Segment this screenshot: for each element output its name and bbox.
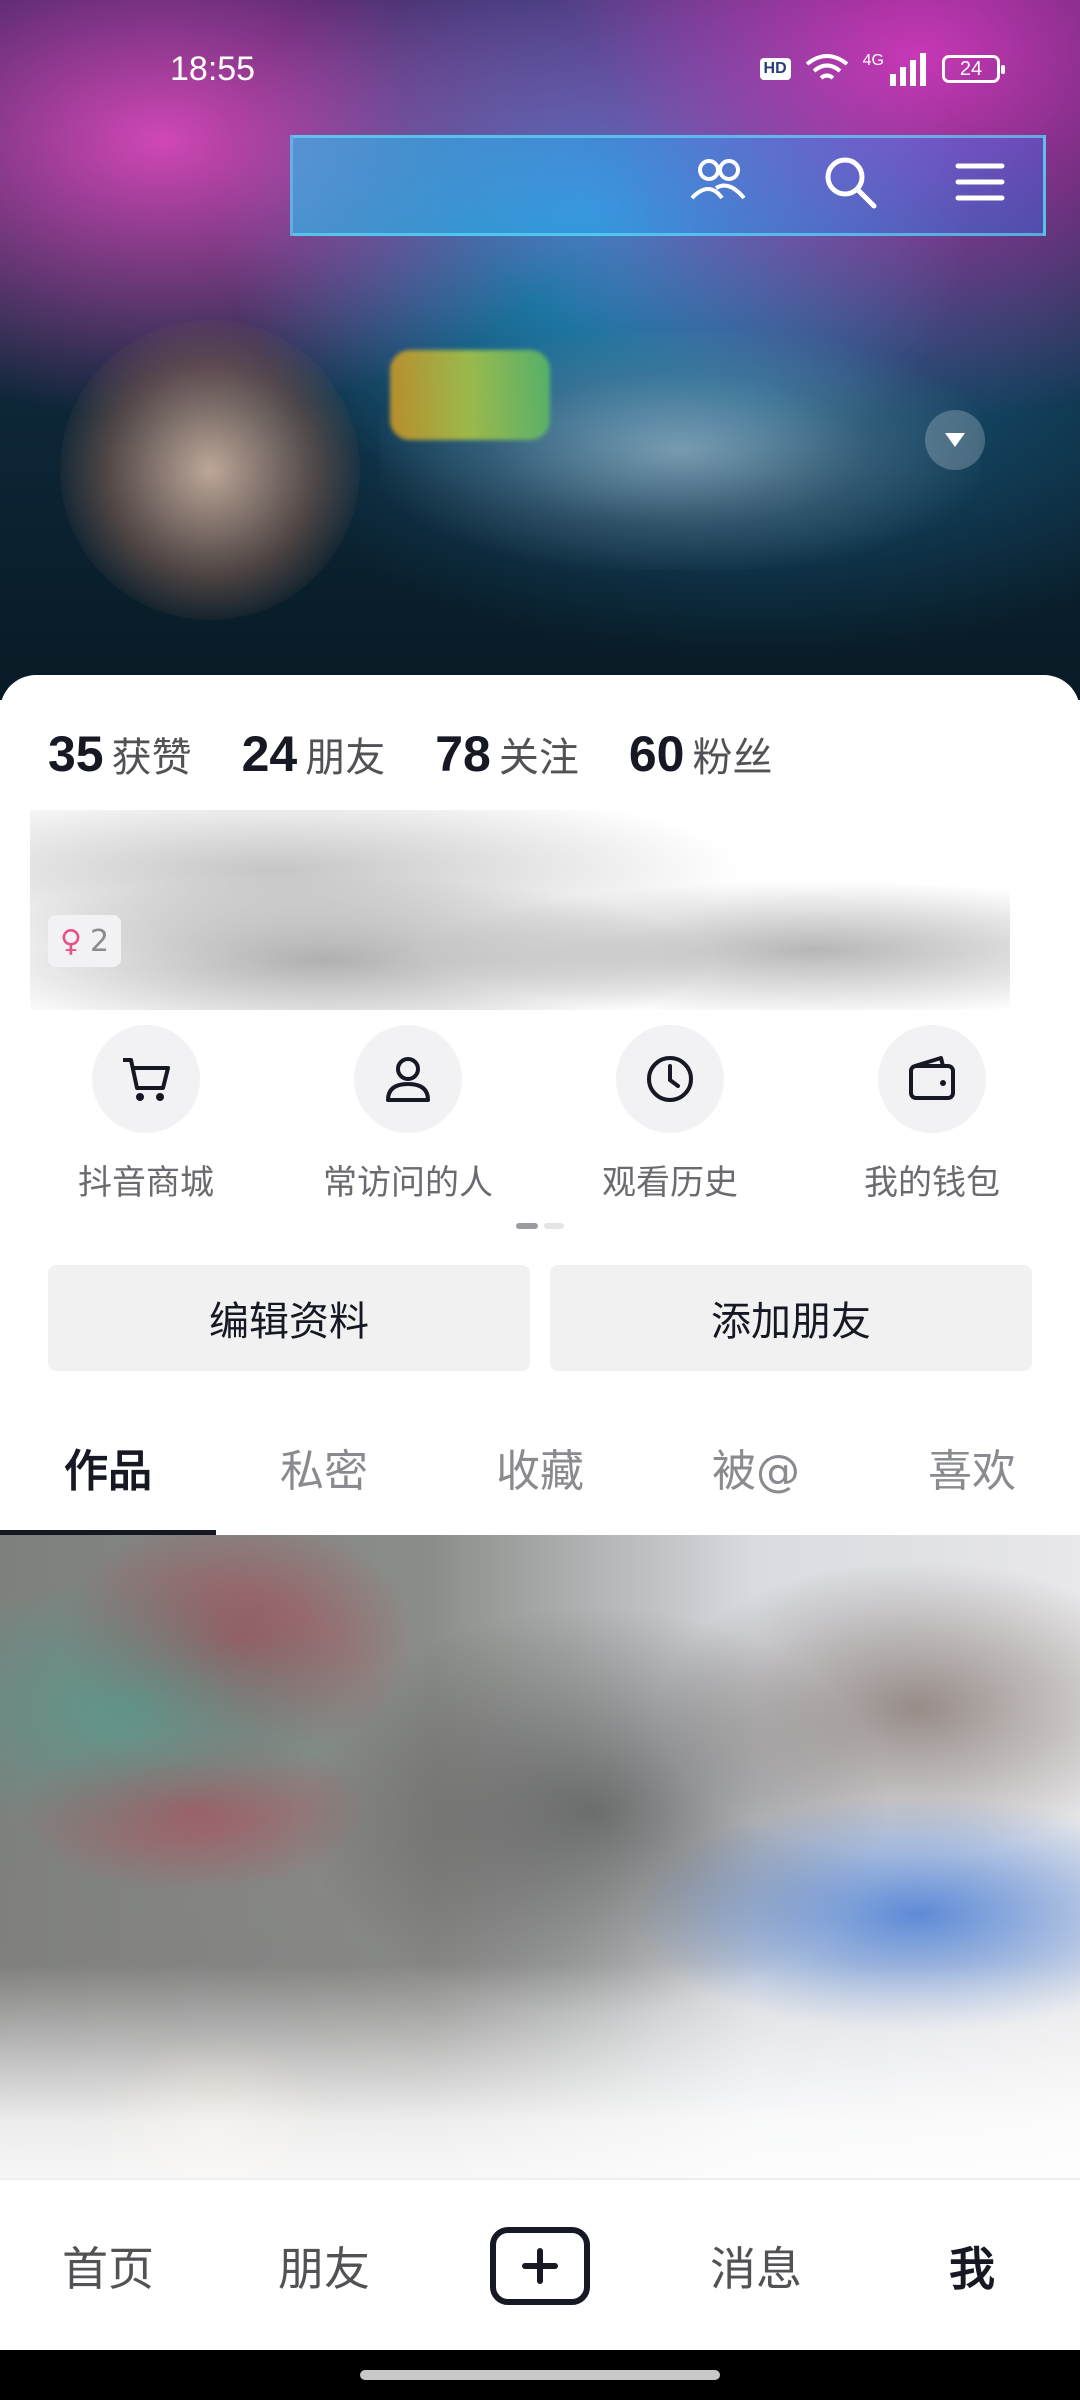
- quick-actions-page-indicator: [516, 1223, 564, 1229]
- wallet-icon: [909, 1056, 955, 1100]
- stat-label: 粉丝: [692, 735, 773, 781]
- battery-level: 24: [959, 57, 983, 80]
- home-indicator[interactable]: [360, 2370, 720, 2380]
- gender-age-tag: ♀ 2: [48, 915, 122, 967]
- person-icon: [386, 1057, 430, 1102]
- nav-home[interactable]: 首页: [0, 2180, 216, 2352]
- profile-card: 35 获赞 24 朋友 78 关注 60 粉丝 ♀ 2 抖音商城 常访问的人 观…: [0, 675, 1080, 2225]
- content-tabs: 作品 私密 收藏 被@ 喜欢: [0, 1435, 1080, 1515]
- quick-action-label: 抖音商城: [78, 1163, 214, 1203]
- tag-text: 2: [89, 923, 110, 959]
- publish-button[interactable]: [490, 2227, 590, 2305]
- system-gesture-bar: [0, 2350, 1080, 2400]
- nav-publish[interactable]: [432, 2180, 648, 2352]
- battery-icon: 24: [942, 55, 1005, 83]
- add-friend-button[interactable]: 添加朋友: [550, 1265, 1032, 1371]
- search-icon[interactable]: [820, 152, 880, 212]
- stat-followers[interactable]: 60 粉丝: [629, 725, 773, 783]
- friends-icon[interactable]: [688, 152, 748, 212]
- quick-action-mall[interactable]: 抖音商城: [46, 1025, 246, 1204]
- quick-action-history[interactable]: 观看历史: [570, 1025, 770, 1204]
- status-icons: HD 4G 24: [759, 52, 1005, 86]
- cover-dropdown-button[interactable]: [925, 410, 985, 470]
- stat-label: 获赞: [111, 735, 192, 781]
- tab-likes[interactable]: 喜欢: [864, 1435, 1080, 1499]
- stat-following[interactable]: 78 关注: [435, 725, 579, 783]
- quick-action-label: 常访问的人: [323, 1163, 493, 1203]
- wifi-icon: [805, 54, 848, 80]
- profile-bio-redacted: [30, 810, 1010, 1010]
- stat-number: 60: [628, 726, 685, 782]
- stat-label: 朋友: [305, 735, 386, 781]
- quick-action-label: 我的钱包: [864, 1163, 1000, 1203]
- edit-profile-button[interactable]: 编辑资料: [48, 1265, 530, 1371]
- bottom-navigation: 首页 朋友 消息 我: [0, 2178, 1080, 2352]
- tab-favorites[interactable]: 收藏: [432, 1435, 648, 1499]
- hd-badge: HD: [759, 58, 791, 80]
- clock-icon: [647, 1056, 693, 1102]
- profile-screen: 18:55 HD 4G 24 35 获赞 24 朋友 78 关注 60 粉丝 ♀…: [0, 0, 1080, 2400]
- plus-icon: [522, 2248, 558, 2284]
- video-grid-redacted[interactable]: [0, 1535, 1080, 2225]
- gender-icon: ♀: [60, 923, 82, 959]
- stat-friends[interactable]: 24 朋友: [242, 725, 386, 783]
- quick-action-label: 观看历史: [602, 1163, 738, 1203]
- stat-likes[interactable]: 35 获赞: [48, 725, 192, 783]
- profile-cover-image[interactable]: 18:55 HD 4G 24: [0, 0, 1080, 700]
- stat-number: 24: [241, 726, 298, 782]
- menu-icon[interactable]: [950, 152, 1010, 212]
- nav-messages[interactable]: 消息: [648, 2180, 864, 2352]
- tab-works[interactable]: 作品: [0, 1435, 216, 1499]
- status-time: 18:55: [170, 50, 256, 88]
- triangle-down-icon: [945, 433, 965, 447]
- network-type: 4G: [862, 52, 884, 69]
- signal-icon: [890, 53, 926, 86]
- tab-mentions[interactable]: 被@: [648, 1435, 864, 1499]
- profile-stats: 35 获赞 24 朋友 78 关注 60 粉丝: [48, 725, 773, 783]
- cart-icon: [123, 1058, 170, 1101]
- nav-me[interactable]: 我: [864, 2180, 1080, 2352]
- nav-friends[interactable]: 朋友: [216, 2180, 432, 2352]
- quick-action-wallet[interactable]: 我的钱包: [832, 1025, 1032, 1204]
- tab-private[interactable]: 私密: [216, 1435, 432, 1499]
- quick-action-frequent-visitors[interactable]: 常访问的人: [308, 1025, 508, 1204]
- stat-label: 关注: [498, 735, 579, 781]
- stat-number: 78: [435, 726, 491, 782]
- stat-number: 35: [48, 726, 104, 782]
